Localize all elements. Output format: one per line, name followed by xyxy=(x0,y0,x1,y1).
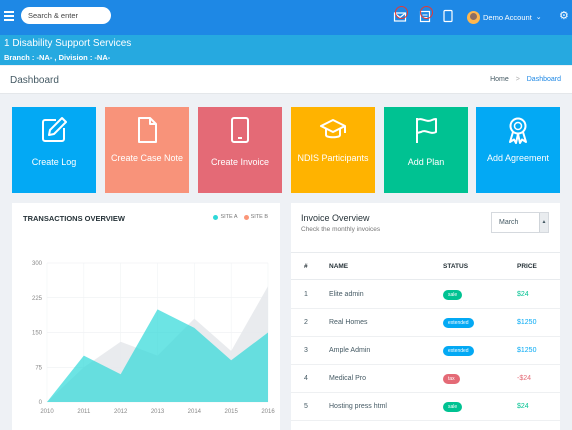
card-subtitle: Check the monthly invoices xyxy=(301,226,381,233)
tile-label: Add Agreement xyxy=(486,153,550,163)
row-price: $1250 xyxy=(517,347,537,354)
breadcrumb: Home > Dashboard xyxy=(490,76,561,83)
create-log-tile[interactable]: Create Log xyxy=(12,107,96,193)
notification-indicator-icon xyxy=(395,6,408,19)
edit-icon xyxy=(42,117,67,142)
tile-label: NDIS Participants xyxy=(297,153,369,163)
document-icon xyxy=(138,117,157,143)
row-name: Medical Pro xyxy=(329,375,366,382)
breadcrumb-separator: > xyxy=(515,76,520,83)
account-menu[interactable]: Demo Account ⌄ xyxy=(467,10,542,24)
page-header: Dashboard Home > Dashboard xyxy=(0,66,572,94)
transactions-overview-card: TRANSACTIONS OVERVIEW SITE A SITE B 0 75 1… xyxy=(12,203,280,430)
x-tick-label: 2010 xyxy=(40,409,54,415)
row-name: Real Homes xyxy=(329,319,368,326)
tablet-icon xyxy=(231,117,249,143)
flag-icon xyxy=(416,118,437,143)
row-number: 3 xyxy=(304,347,308,354)
status-badge: tax xyxy=(443,374,460,384)
add-agreement-tile[interactable]: Add Agreement xyxy=(476,107,560,193)
row-price: $24 xyxy=(517,291,529,298)
breadcrumb-home[interactable]: Home xyxy=(490,76,509,83)
clipboard-icon[interactable] xyxy=(418,6,433,23)
status-badge: extended xyxy=(443,346,474,356)
month-select[interactable]: March ▲ xyxy=(491,212,549,233)
tile-label: Create Invoice xyxy=(210,157,270,167)
x-tick-label: 2014 xyxy=(188,409,202,415)
column-header-number: # xyxy=(304,263,308,270)
envelope-icon[interactable] xyxy=(393,6,408,23)
status-badge: sale xyxy=(443,290,463,300)
top-navbar: Search & enter Demo Account ⌄ ⚙ xyxy=(0,0,572,35)
tile-label: Add Plan xyxy=(407,157,445,167)
table-row: 4 Medical Pro tax -$24 xyxy=(291,365,560,393)
add-plan-tile[interactable]: Add Plan xyxy=(384,107,468,193)
tile-label: Create Case Note xyxy=(110,153,184,163)
table-row: 3 Ample Admin extended $1250 xyxy=(291,337,560,365)
x-tick-label: 2016 xyxy=(261,409,275,415)
branch-division: Branch : -NA- , Division : -NA- xyxy=(4,53,111,62)
organization-name: 1 Disability Support Services xyxy=(4,38,132,49)
row-number: 4 xyxy=(304,375,308,382)
organization-banner: 1 Disability Support Services Branch : -… xyxy=(0,35,572,65)
row-number: 2 xyxy=(304,319,308,326)
chevron-down-icon: ⌄ xyxy=(535,14,542,21)
card-title: Invoice Overview xyxy=(301,213,370,223)
transactions-area-chart: 0 75 150 225 300 2010 2011 2012 2013 2014 2015 2016 xyxy=(32,261,275,415)
row-price: $24 xyxy=(517,403,529,410)
account-name: Demo Account xyxy=(483,12,532,22)
breadcrumb-current: Dashboard xyxy=(526,76,561,83)
row-number: 1 xyxy=(304,291,308,298)
row-name: Elite admin xyxy=(329,291,364,298)
gear-icon[interactable]: ⚙ xyxy=(559,9,569,22)
y-tick-label: 150 xyxy=(32,331,43,337)
tile-label: Create Log xyxy=(31,157,77,167)
column-header-status: STATUS xyxy=(443,263,469,270)
ndis-participants-tile[interactable]: NDIS Participants xyxy=(291,107,375,193)
row-name: Hosting press html xyxy=(329,403,387,410)
create-case-note-tile[interactable]: Create Case Note xyxy=(105,107,189,193)
page-title: Dashboard xyxy=(10,75,59,86)
table-row: 1 Elite admin sale $24 xyxy=(291,281,560,309)
month-select-value: March xyxy=(499,219,519,226)
row-name: Ample Admin xyxy=(329,347,371,354)
award-icon xyxy=(509,117,527,144)
table-row: 2 Real Homes extended $1250 xyxy=(291,309,560,337)
x-tick-label: 2012 xyxy=(114,409,128,415)
status-badge: sale xyxy=(443,402,463,412)
column-header-price: PRICE xyxy=(517,263,537,270)
graduation-cap-icon xyxy=(320,119,346,139)
table-header: # NAME STATUS PRICE xyxy=(291,252,560,280)
row-number: 5 xyxy=(304,403,308,410)
row-price: -$24 xyxy=(517,375,532,382)
table-row: 5 Hosting press html sale $24 xyxy=(291,393,560,421)
column-header-name: NAME xyxy=(329,263,349,270)
x-tick-label: 2011 xyxy=(77,409,91,415)
row-price: $1250 xyxy=(517,319,537,326)
chevron-down-icon: ▲ xyxy=(539,213,548,232)
notification-indicator-icon xyxy=(420,6,433,19)
y-tick-label: 300 xyxy=(32,261,43,267)
y-tick-label: 225 xyxy=(32,296,43,302)
y-tick-label: 75 xyxy=(35,365,42,371)
status-badge: extended xyxy=(443,318,474,328)
x-tick-label: 2013 xyxy=(151,409,165,415)
invoice-overview-card: Invoice Overview Check the monthly invoi… xyxy=(291,203,560,430)
create-invoice-tile[interactable]: Create Invoice xyxy=(198,107,282,193)
y-tick-label: 0 xyxy=(39,400,43,406)
tablet-icon[interactable] xyxy=(441,9,455,23)
menu-icon[interactable] xyxy=(4,11,14,21)
search-input[interactable]: Search & enter xyxy=(21,7,111,24)
avatar xyxy=(467,10,480,24)
x-tick-label: 2015 xyxy=(224,409,238,415)
